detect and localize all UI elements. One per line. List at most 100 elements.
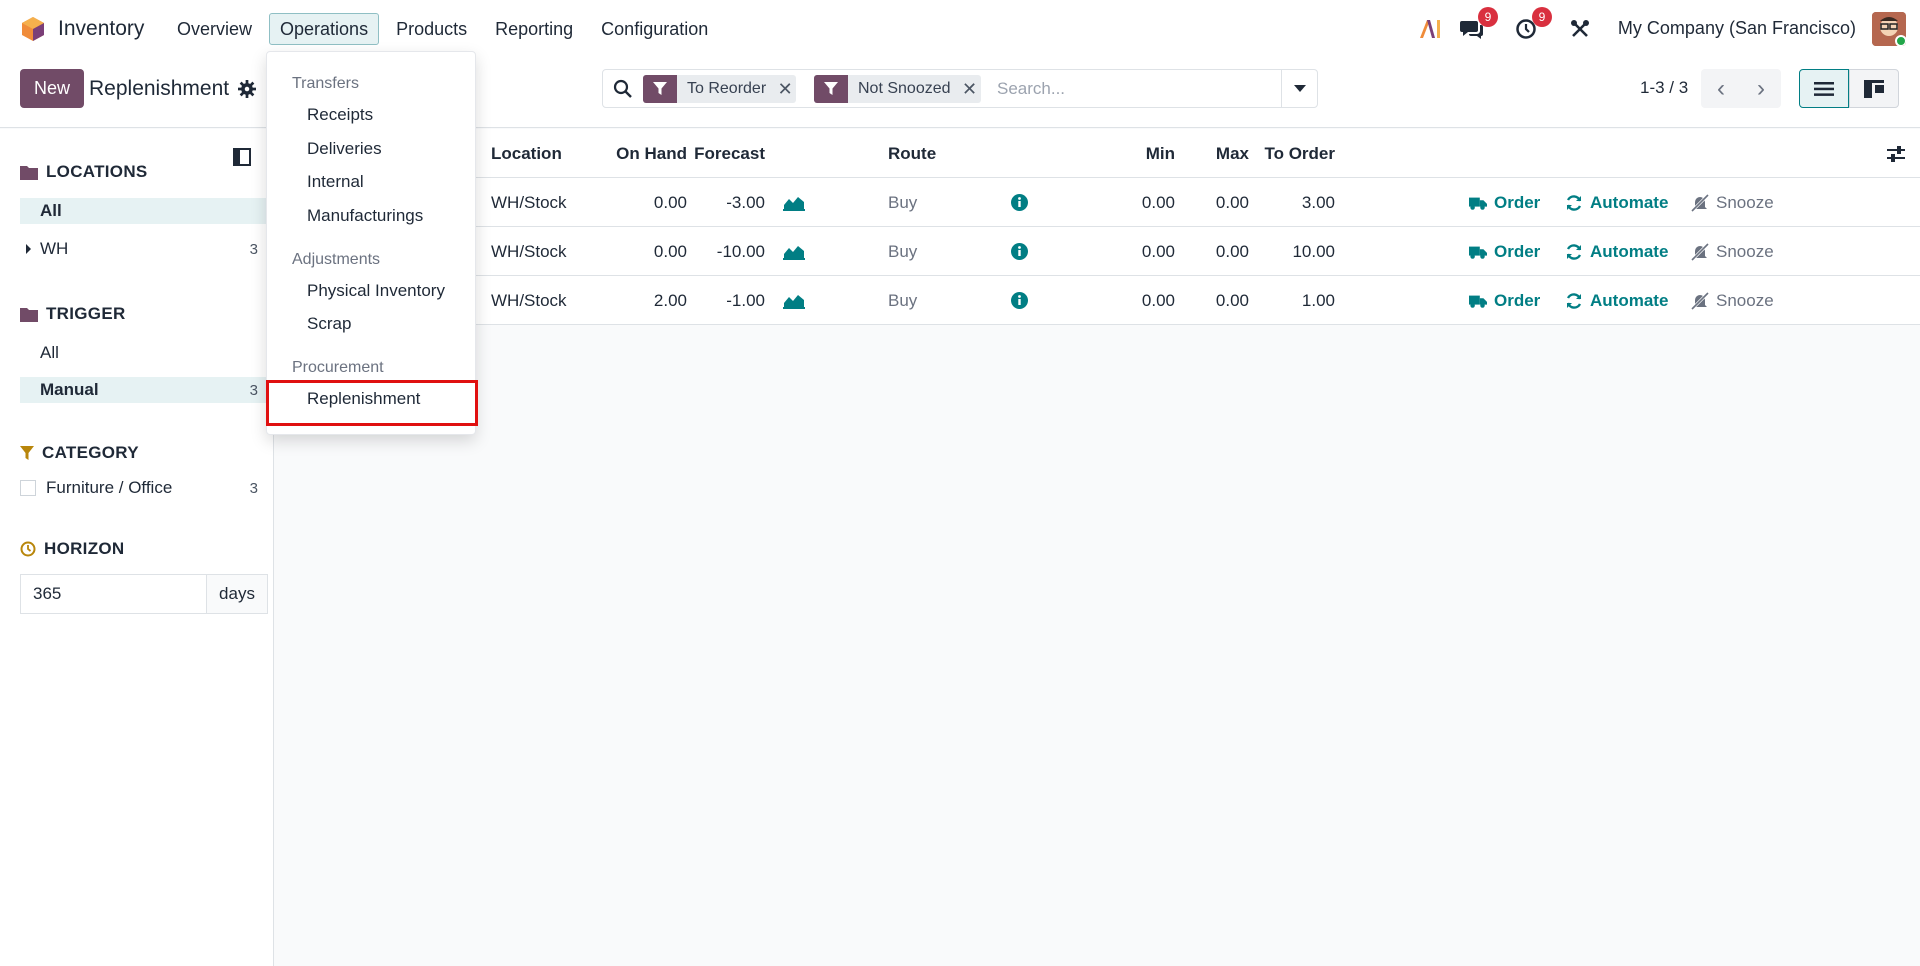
chat-icon[interactable]: 9: [1459, 6, 1498, 41]
automate-button[interactable]: Automate: [1565, 227, 1668, 276]
filter-icon: [814, 75, 848, 103]
locations-all[interactable]: All: [20, 198, 266, 224]
optional-columns-icon[interactable]: [1886, 144, 1906, 164]
col-on-hand[interactable]: On Hand: [605, 129, 687, 178]
trigger-all[interactable]: All: [20, 340, 266, 366]
menu-item-receipts[interactable]: Receipts: [307, 105, 373, 125]
kanban-view-button[interactable]: [1849, 69, 1899, 108]
menu-products[interactable]: Products: [385, 13, 478, 45]
menu-item-manufacturings[interactable]: Manufacturings: [307, 206, 423, 226]
col-route[interactable]: Route: [888, 129, 936, 178]
locations-wh[interactable]: WH 3: [20, 236, 266, 262]
inventory-app-icon[interactable]: [20, 16, 46, 42]
cell-min: 0.00: [1141, 291, 1175, 310]
table-row[interactable]: WH/Stock 2.00 -1.00 Buy 0.00 0.00 1.00 O…: [275, 276, 1920, 325]
gear-icon[interactable]: [238, 80, 256, 98]
horizon-header: HORIZON: [20, 539, 124, 559]
facet-remove-icon[interactable]: ✕: [959, 75, 981, 103]
category-furniture-office[interactable]: Furniture / Office 3: [20, 475, 266, 501]
horizon-unit: days: [207, 575, 267, 613]
menu-item-deliveries[interactable]: Deliveries: [307, 139, 382, 159]
pager-previous-button[interactable]: ‹: [1701, 69, 1741, 108]
info-icon[interactable]: [1011, 292, 1028, 309]
folder-icon: [20, 308, 38, 322]
list-view: Location On Hand Forecast Route Min Max …: [275, 129, 1920, 966]
search-input[interactable]: [997, 77, 1267, 101]
cell-min: 0.00: [1141, 193, 1175, 212]
automate-button[interactable]: Automate: [1565, 276, 1668, 325]
menu-item-internal[interactable]: Internal: [307, 172, 364, 192]
automate-button[interactable]: Automate: [1565, 178, 1668, 227]
category-checkbox[interactable]: [20, 480, 36, 496]
facet-to-reorder: To Reorder ✕: [643, 75, 797, 103]
cell-forecast: -3.00: [726, 193, 765, 212]
chart-icon[interactable]: [783, 291, 805, 309]
facet-label: To Reorder: [687, 80, 767, 97]
new-button[interactable]: New: [20, 69, 84, 108]
dropdown-section-adjustments: Adjustments: [292, 251, 381, 268]
app-name[interactable]: Inventory: [58, 17, 144, 41]
col-forecast[interactable]: Forecast: [685, 129, 765, 178]
col-location[interactable]: Location: [491, 129, 562, 178]
info-icon[interactable]: [1011, 243, 1028, 260]
snooze-button[interactable]: Snooze: [1691, 178, 1774, 227]
activities-badge: 9: [1531, 6, 1552, 27]
clock-icon[interactable]: 9: [1514, 6, 1552, 41]
chart-icon[interactable]: [783, 242, 805, 260]
chevron-right-icon: ›: [1757, 74, 1765, 102]
order-button[interactable]: Order: [1469, 227, 1540, 276]
dropdown-section-procurement: Procurement: [292, 359, 384, 376]
trigger-manual[interactable]: Manual 3: [20, 377, 266, 403]
search-icon[interactable]: [613, 79, 633, 99]
search-options-toggle[interactable]: [1281, 70, 1317, 107]
refresh-icon: [1566, 243, 1582, 260]
menu-item-physical-inventory[interactable]: Physical Inventory: [307, 281, 445, 301]
col-max[interactable]: Max: [1175, 129, 1249, 178]
facet-not-snoozed: Not Snoozed ✕: [814, 75, 981, 103]
pager-next-button[interactable]: ›: [1741, 69, 1781, 108]
col-to-order[interactable]: To Order: [1255, 129, 1335, 178]
filter-icon: [643, 75, 677, 103]
search-panel: LOCATIONS All WH 3 TRIGGER All Manual 3 …: [0, 129, 274, 966]
horizon-input[interactable]: [21, 575, 207, 613]
chart-icon[interactable]: [783, 193, 805, 211]
dropdown-section-transfers: Transfers: [292, 75, 359, 92]
truck-icon: [1469, 295, 1487, 308]
main-menu: Overview Operations Products Reporting C…: [166, 13, 725, 45]
pager-value[interactable]: 1-3 / 3: [1640, 78, 1688, 98]
caret-down-icon: [1293, 84, 1306, 92]
caret-right-icon[interactable]: [26, 244, 31, 254]
search-bar: To Reorder ✕ Not Snoozed ✕: [602, 69, 1318, 108]
menu-configuration[interactable]: Configuration: [590, 13, 719, 45]
user-avatar[interactable]: [1872, 11, 1906, 46]
list-view-button[interactable]: [1799, 69, 1849, 108]
cell-to-order: 3.00: [1301, 193, 1335, 212]
order-button[interactable]: Order: [1469, 276, 1540, 325]
cell-location: WH/Stock: [491, 193, 567, 212]
company-switcher[interactable]: My Company (San Francisco): [1618, 18, 1856, 39]
table-row[interactable]: WH/Stock 0.00 -10.00 Buy 0.00 0.00 10.00…: [275, 227, 1920, 276]
cell-min: 0.00: [1141, 242, 1175, 261]
ai-icon[interactable]: [1418, 17, 1442, 41]
tools-icon[interactable]: [1568, 17, 1592, 41]
order-button[interactable]: Order: [1469, 178, 1540, 227]
facet-remove-icon[interactable]: ✕: [774, 75, 796, 103]
systray: 9 9 My Company (San Francisco): [1418, 0, 1920, 57]
col-min[interactable]: Min: [1075, 129, 1175, 178]
info-icon[interactable]: [1011, 194, 1028, 211]
category-count: 3: [249, 479, 258, 497]
cell-max: 0.00: [1215, 291, 1249, 310]
snooze-button[interactable]: Snooze: [1691, 227, 1774, 276]
truck-icon: [1469, 197, 1487, 210]
cell-to-order: 1.00: [1301, 291, 1335, 310]
menu-item-scrap[interactable]: Scrap: [307, 314, 351, 334]
menu-operations[interactable]: Operations: [269, 13, 380, 45]
collapse-panel-icon[interactable]: [233, 148, 251, 166]
table-row[interactable]: WH/Stock 0.00 -3.00 Buy 0.00 0.00 3.00 O…: [275, 178, 1920, 227]
cell-max: 0.00: [1215, 193, 1249, 212]
menu-reporting[interactable]: Reporting: [484, 13, 584, 45]
folder-icon: [20, 166, 38, 180]
snooze-button[interactable]: Snooze: [1691, 276, 1774, 325]
chevron-left-icon: ‹: [1717, 74, 1725, 102]
menu-overview[interactable]: Overview: [166, 13, 263, 45]
